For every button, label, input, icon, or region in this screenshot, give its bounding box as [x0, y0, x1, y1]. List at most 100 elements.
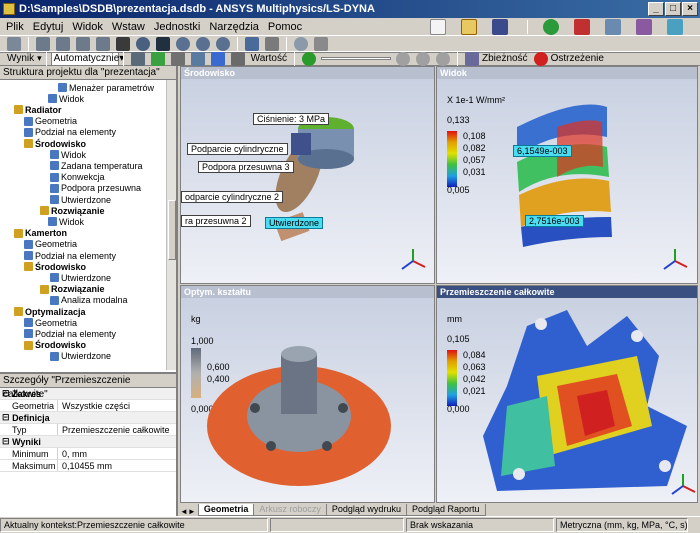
warning-button[interactable]: Ostrzeżenie [533, 51, 604, 66]
stop-icon[interactable] [415, 51, 430, 66]
tree-item[interactable]: Zadana temperatura [50, 160, 143, 171]
tree-item[interactable]: Utwierdzone [50, 272, 111, 283]
menu-plik[interactable]: Plik [6, 21, 24, 33]
tree-item[interactable]: Geometria [24, 239, 77, 250]
animation-slider[interactable] [320, 57, 391, 60]
tab-report-preview[interactable]: Podgląd Raportu [405, 504, 486, 516]
settings-icon[interactable] [605, 18, 621, 35]
scroll-thumb[interactable] [168, 200, 176, 260]
tree-item[interactable]: Widok [50, 149, 86, 160]
pan-icon[interactable] [156, 37, 170, 51]
tree-item[interactable]: Geometria [24, 317, 77, 328]
tree-scrollbar[interactable] [166, 80, 176, 370]
play-icon[interactable] [301, 51, 316, 66]
menu-narzedzia[interactable]: Narzędzia [209, 21, 259, 33]
tree-item[interactable]: Analiza modalna [50, 295, 128, 306]
open-folder-icon[interactable] [461, 18, 477, 35]
maxmin-icon[interactable] [210, 51, 225, 66]
rotate-icon[interactable] [136, 37, 150, 51]
contour-icon[interactable] [150, 51, 165, 66]
tab-scroll-icon[interactable]: ◄► [180, 507, 196, 516]
record-icon[interactable] [435, 51, 450, 66]
tree-item[interactable]: Widok [48, 93, 84, 104]
viewport-view[interactable]: Widok X 1e-1 W/mm² 0,133 0,108 0,082 0,0… [436, 66, 698, 284]
details-row-maximum[interactable]: Maksimum 0,10455 mm [0, 460, 176, 472]
probe-icon[interactable] [190, 51, 205, 66]
scale-combo[interactable]: Automatycznie▾ [50, 51, 124, 66]
tree-item[interactable]: Podział na elementy [24, 250, 116, 261]
details-section-definicja[interactable]: ⊟ Definicja [0, 412, 176, 424]
body-select-icon[interactable] [96, 37, 110, 51]
details-row-type[interactable]: Typ Przemieszczenie całkowite [0, 424, 176, 436]
tree-item-label: Menażer parametrów [69, 82, 155, 93]
tree-item[interactable]: Środowisko [24, 340, 86, 351]
new-file-icon[interactable] [430, 18, 446, 35]
magnifier-icon[interactable] [245, 37, 259, 51]
previous-view-icon[interactable] [265, 37, 279, 51]
details-row-geometry[interactable]: Geometria Wszystkie części [0, 400, 176, 412]
globe-icon[interactable] [294, 37, 308, 51]
viewport-environment[interactable]: Środowisko Ciśnienie: 3 MPa Podparcie cy… [180, 66, 435, 284]
maximize-button[interactable]: □ [665, 2, 681, 16]
tree-item[interactable]: Środowisko [24, 138, 86, 149]
tree-item[interactable]: Utwierdzone [50, 351, 111, 362]
tree-item-label: Widok [61, 149, 87, 160]
menu-edytuj[interactable]: Edytuj [33, 21, 64, 33]
details-section-wyniki[interactable]: ⊟ Wyniki [0, 436, 176, 448]
zoom-box-icon[interactable] [196, 37, 210, 51]
tree-item[interactable]: Optymalizacja [14, 306, 86, 317]
save-icon[interactable] [492, 18, 508, 35]
pause-icon[interactable] [395, 51, 410, 66]
report-icon[interactable] [574, 18, 590, 35]
details-row-minimum[interactable]: Minimum 0, mm [0, 448, 176, 460]
tree-item[interactable]: Widok [48, 216, 84, 227]
camera-icon[interactable] [667, 18, 683, 35]
solve-icon[interactable] [543, 18, 559, 35]
menu-wstaw[interactable]: Wstaw [112, 21, 145, 33]
viewport-shape-optimization[interactable]: Optym. kształtu kg 1,000 0,600 0,400 0,0… [180, 285, 435, 503]
layout-icon[interactable] [314, 37, 328, 51]
edges-icon[interactable] [170, 51, 185, 66]
tree-item[interactable]: Rozwiązanie [40, 284, 105, 295]
tree-item-label: Podpora przesuwna [61, 183, 142, 194]
viewport-total-deformation[interactable]: Przemieszczenie całkowite mm 0,105 0,084… [436, 285, 698, 503]
tree-item[interactable]: Geometria [24, 116, 77, 127]
label-icon[interactable] [230, 51, 245, 66]
convergence-button[interactable]: Zbieżność [464, 51, 528, 66]
close-button[interactable]: × [682, 2, 698, 16]
folder-icon [40, 206, 49, 216]
details-header: Szczegóły "Przemieszczenie całkowite" [0, 374, 176, 400]
face-select-icon[interactable] [76, 37, 90, 51]
tab-geometry[interactable]: Geometria [197, 504, 255, 516]
cube-icon[interactable] [130, 51, 145, 66]
tree-item[interactable]: Utwierdzone [50, 194, 111, 205]
menu-pomoc[interactable]: Pomoc [268, 21, 302, 33]
minimize-button[interactable]: _ [648, 2, 664, 16]
menu-widok[interactable]: Widok [72, 21, 103, 33]
tree-item[interactable]: Podpora przesuwna [50, 183, 141, 194]
tree-item[interactable]: Konwekcja [50, 172, 105, 183]
tree-item-label: Rozwiązanie [51, 284, 105, 295]
menu-jednostki[interactable]: Jednostki [154, 21, 200, 33]
tree-item[interactable]: Podział na elementy [24, 127, 116, 138]
edge-select-icon[interactable] [56, 37, 70, 51]
tree-item[interactable]: Rozwiązanie [40, 205, 105, 216]
tree-item[interactable]: Kamerton [14, 228, 67, 239]
tree-item[interactable]: Menażer parametrów [58, 82, 154, 93]
zoom-fit-icon[interactable] [216, 37, 230, 51]
tree-item-label: Analiza modalna [61, 295, 128, 306]
tab-worksheet[interactable]: Arkusz roboczy [253, 504, 327, 516]
vertex-select-icon[interactable] [36, 37, 50, 51]
value-button[interactable]: Wartość [251, 53, 287, 64]
tree-item-label: Widok [59, 93, 85, 104]
help-icon[interactable] [636, 18, 652, 35]
tree-item[interactable]: Środowisko [24, 261, 86, 272]
tree-item[interactable]: Radiator [14, 104, 62, 115]
zoom-icon[interactable] [176, 37, 190, 51]
tab-print-preview[interactable]: Podgląd wydruku [325, 504, 407, 516]
details-section-zakres[interactable]: ⊟ Zakres [0, 388, 176, 400]
solid-icon[interactable] [116, 37, 130, 51]
select-icon[interactable] [7, 37, 21, 51]
project-tree: Menażer parametrów Widok Radiator Geometria… [0, 80, 168, 370]
tree-item[interactable]: Podział na elementy [24, 328, 116, 339]
